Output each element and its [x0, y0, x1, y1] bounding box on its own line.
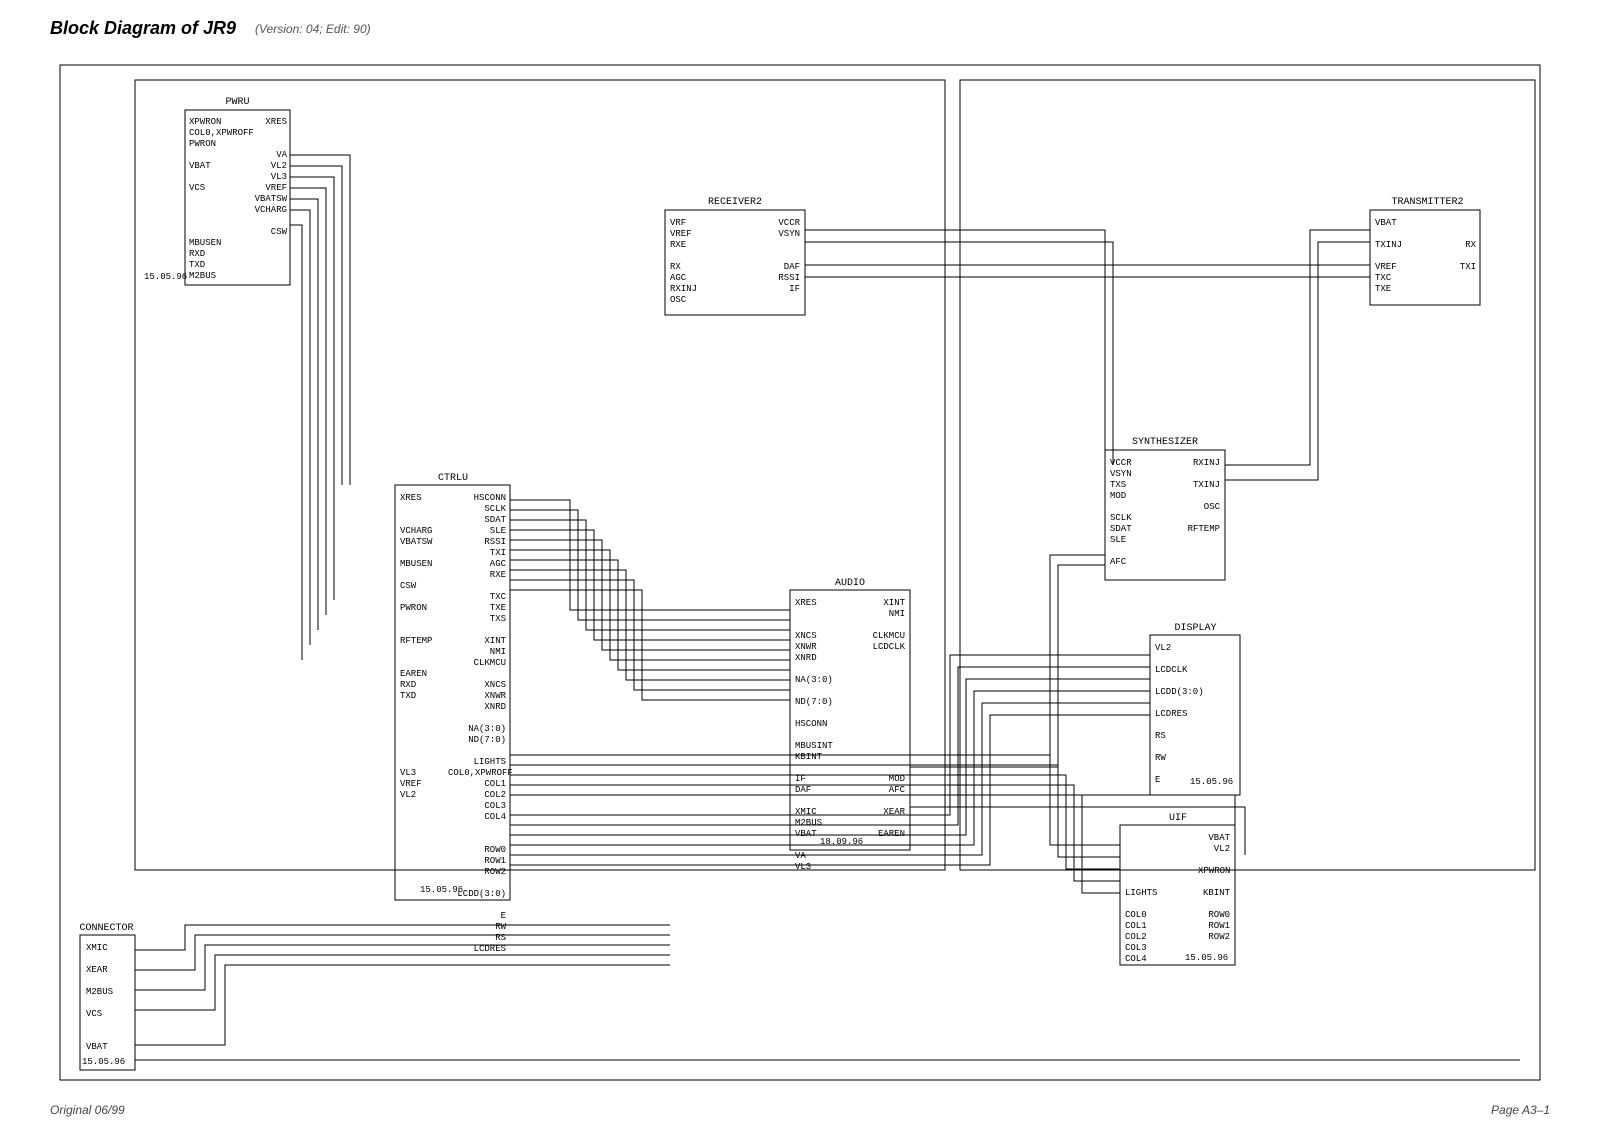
- pwru-ports-right: XRES VA VL2 VL3 VREF VBATSW VCHARG CSW: [249, 117, 287, 271]
- connector-ports-left: XMIC XEAR M2BUS VCS VBAT: [86, 943, 113, 1053]
- audio-ports-right: XINT NMI CLKMCU LCDCLK MOD AFC XEAR EARE…: [865, 598, 905, 862]
- page-title: Block Diagram of JR9: [50, 18, 236, 39]
- uif-ports-left: LIGHTS COL0 COL1 COL2 COL3 COL4: [1125, 833, 1157, 965]
- ctrlu-ports-left: XRES VCHARG VBATSW MBUSEN CSW PWRON RFTE…: [400, 493, 432, 867]
- footer-left: Original 06/99: [50, 1103, 125, 1117]
- audio-date: 18.09.96: [820, 837, 863, 848]
- block-title-connector: CONNECTOR: [64, 923, 149, 934]
- page-subtitle: (Version: 04; Edit: 90): [255, 22, 371, 36]
- block-title-display: DISPLAY: [1163, 623, 1228, 634]
- transmitter2-ports-right: RX TXI: [1450, 218, 1476, 284]
- uif-date: 15.05.96: [1185, 953, 1228, 964]
- block-title-pwru: PWRU: [205, 97, 270, 108]
- connector-date: 15.05.96: [82, 1057, 125, 1068]
- display-ports-left: VL2 LCDCLK LCDD(3:0) LCDRES RS RW E: [1155, 643, 1204, 786]
- block-title-uif: UIF: [1158, 813, 1198, 824]
- uif-ports-right: VBAT VL2 XPWRON KBINT ROW0 ROW1 ROW2: [1198, 833, 1230, 954]
- footer-right: Page A3–1: [1491, 1103, 1550, 1117]
- synth-ports-left: VCCR VSYN TXS MOD SCLK SDAT SLE AFC: [1110, 458, 1132, 568]
- pwru-ports-left: XPWRON COL0,XPWROFF PWRON VBAT VCS MBUSE…: [189, 117, 254, 282]
- diagram-canvas: PWRU RECEIVER2 TRANSMITTER2 SYNTHESIZER …: [50, 55, 1550, 1095]
- block-title-ctrlu: CTRLU: [418, 473, 488, 484]
- block-title-audio: AUDIO: [820, 578, 880, 589]
- receiver2-ports-left: VRF VREF RXE RX AGC RXINJ OSC: [670, 218, 697, 306]
- display-date: 15.05.96: [1190, 777, 1233, 788]
- synth-ports-right: RXINJ TXINJ OSC RFTEMP: [1178, 458, 1220, 557]
- block-title-receiver2: RECEIVER2: [690, 197, 780, 208]
- receiver2-ports-right: VCCR VSYN DAF RSSI IF: [768, 218, 800, 295]
- ctrlu-date: 15.05.96: [420, 885, 463, 896]
- transmitter2-ports-left: VBAT TXINJ VREF TXC TXE: [1375, 218, 1402, 295]
- audio-ports-left: XRES XNCS XNWR XNRD NA(3:0) ND(7:0) HSCO…: [795, 598, 833, 873]
- block-title-transmitter2: TRANSMITTER2: [1380, 197, 1475, 208]
- pwru-date: 15.05.96: [144, 272, 187, 283]
- block-title-synthesizer: SYNTHESIZER: [1120, 437, 1210, 448]
